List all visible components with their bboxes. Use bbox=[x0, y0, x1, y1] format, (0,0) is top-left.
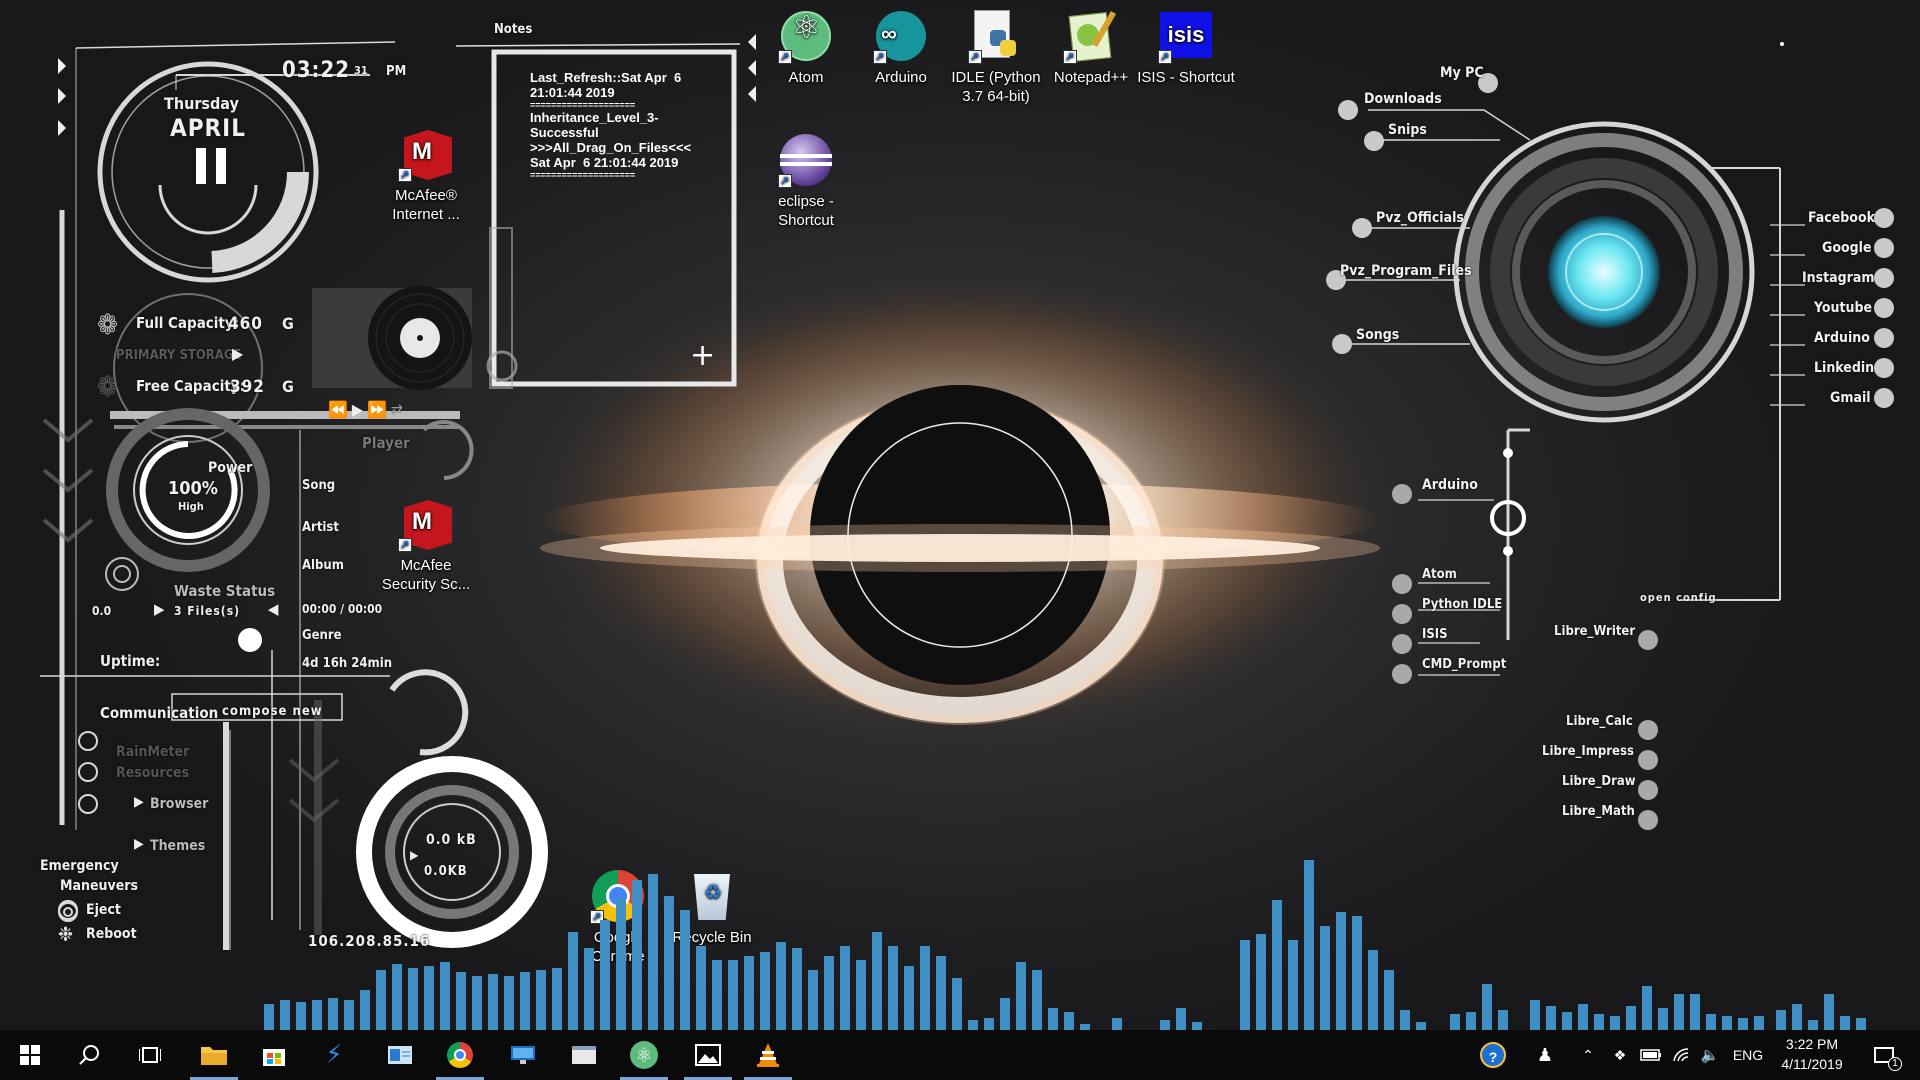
folder-icon bbox=[201, 1047, 227, 1065]
windows-icon bbox=[20, 1045, 40, 1065]
dropbox-tray[interactable]: ❖ bbox=[1608, 1040, 1632, 1070]
action-center-button[interactable]: 1 bbox=[1866, 1040, 1902, 1071]
speaker-icon: 🔈 bbox=[1700, 1047, 1720, 1064]
show-hidden-icons-button[interactable]: ⌃ bbox=[1576, 1040, 1600, 1070]
language-indicator[interactable]: ENG bbox=[1730, 1040, 1766, 1070]
lightning-icon: ⚡ bbox=[325, 1040, 343, 1070]
dropbox-icon: ❖ bbox=[1613, 1046, 1627, 1063]
task-view-icon bbox=[139, 1047, 161, 1063]
taskbar-settings-app[interactable] bbox=[560, 1033, 608, 1077]
volume-tray[interactable]: 🔈 bbox=[1698, 1040, 1722, 1070]
taskbar-atom[interactable]: ⚛ bbox=[620, 1033, 668, 1080]
clock-tray[interactable]: 3:22 PM 4/11/2019 bbox=[1772, 1034, 1852, 1074]
taskbar-remote-desktop[interactable] bbox=[500, 1033, 548, 1077]
store-icon bbox=[263, 1049, 285, 1066]
taskbar-store[interactable] bbox=[250, 1033, 298, 1077]
taskbar-outlook[interactable] bbox=[376, 1033, 424, 1077]
notification-count: 1 bbox=[1888, 1057, 1902, 1071]
mail-icon bbox=[388, 1046, 412, 1064]
battery-tray[interactable] bbox=[1638, 1040, 1664, 1070]
help-icon: ? bbox=[1480, 1042, 1506, 1068]
people-icon: ♟ bbox=[1536, 1044, 1554, 1065]
vlc-cone-icon bbox=[757, 1043, 779, 1067]
window-icon bbox=[572, 1046, 596, 1064]
audio-visualizer bbox=[264, 860, 1866, 1030]
search-button[interactable] bbox=[66, 1033, 114, 1077]
battery-icon bbox=[1640, 1049, 1661, 1061]
tray-date: 4/11/2019 bbox=[1781, 1056, 1843, 1072]
taskbar-file-explorer[interactable] bbox=[190, 1033, 238, 1080]
help-tray-button[interactable]: ? bbox=[1478, 1040, 1508, 1070]
wifi-tray[interactable] bbox=[1670, 1040, 1694, 1070]
monitor-icon bbox=[511, 1046, 535, 1064]
tray-time: 3:22 PM bbox=[1785, 1036, 1839, 1052]
taskbar-chrome[interactable] bbox=[436, 1033, 484, 1080]
start-button[interactable] bbox=[6, 1033, 54, 1077]
task-view-button[interactable] bbox=[126, 1033, 174, 1077]
taskbar-photos[interactable] bbox=[684, 1033, 732, 1080]
chevron-up-icon: ⌃ bbox=[1582, 1046, 1594, 1063]
taskbar-vlc[interactable] bbox=[744, 1033, 792, 1080]
photos-icon bbox=[695, 1044, 721, 1066]
notification-icon: 1 bbox=[1874, 1047, 1902, 1071]
chrome-icon bbox=[447, 1042, 473, 1068]
taskbar-visual-studio-code[interactable]: ⚡ bbox=[310, 1033, 358, 1077]
atom-icon: ⚛ bbox=[630, 1041, 658, 1069]
people-button[interactable]: ♟ bbox=[1530, 1040, 1560, 1070]
wifi-icon bbox=[1673, 1048, 1689, 1062]
search-icon bbox=[79, 1045, 99, 1065]
